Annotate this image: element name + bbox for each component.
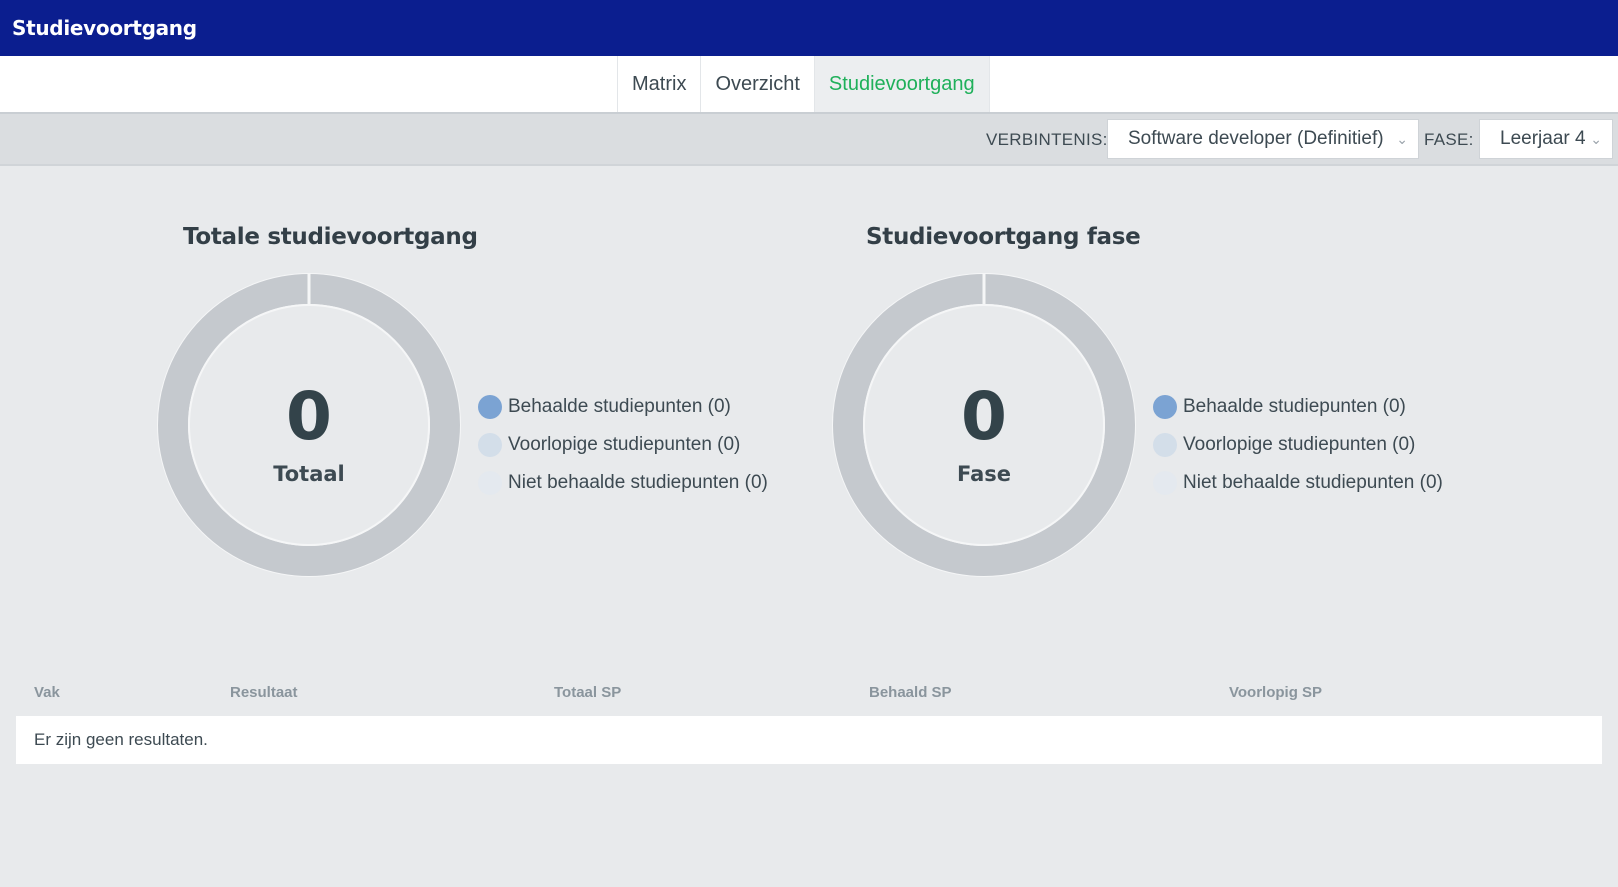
legend-dot xyxy=(478,395,502,419)
column-header-behaald-sp[interactable]: Behaald SP xyxy=(869,684,952,701)
legend-item-voorlopig: Voorlopige studiepunten (0) xyxy=(478,426,768,464)
tab-matrix[interactable]: Matrix xyxy=(617,56,700,112)
verbintenis-select[interactable]: Software developer (Definitief) ⌄ xyxy=(1107,119,1419,159)
legend-item-behaald: Behaalde studiepunten (0) xyxy=(478,388,768,426)
chart-title-fase: Studievoortgang fase xyxy=(866,224,1141,250)
column-header-voorlopig-sp[interactable]: Voorlopig SP xyxy=(1229,684,1322,701)
legend-item-voorlopig: Voorlopige studiepunten (0) xyxy=(1153,426,1443,464)
legend-item-niet-behaald: Niet behaalde studiepunten (0) xyxy=(478,464,768,502)
tab-bar: Matrix Overzicht Studievoortgang xyxy=(0,56,1618,114)
app-title: Studievoortgang xyxy=(12,16,197,40)
legend-dot xyxy=(1153,471,1177,495)
legend-label: Behaalde studiepunten (0) xyxy=(1183,396,1406,417)
legend-totaal: Behaalde studiepunten (0) Voorlopige stu… xyxy=(478,388,768,502)
donut-value: 0 xyxy=(961,378,1007,455)
verbintenis-label: VERBINTENIS: xyxy=(986,130,1108,149)
legend-dot xyxy=(1153,433,1177,457)
results-table-header: Vak Resultaat Totaal SP Behaald SP Voorl… xyxy=(16,684,1602,710)
legend-label: Voorlopige studiepunten (0) xyxy=(508,434,741,455)
fase-select-value: Leerjaar 4 xyxy=(1500,128,1586,149)
app-header: Studievoortgang xyxy=(0,0,1618,56)
column-header-resultaat[interactable]: Resultaat xyxy=(230,684,298,701)
legend-dot xyxy=(1153,395,1177,419)
chevron-down-icon: ⌄ xyxy=(1396,131,1408,147)
tab-overzicht[interactable]: Overzicht xyxy=(700,56,813,112)
legend-fase: Behaalde studiepunten (0) Voorlopige stu… xyxy=(1153,388,1443,502)
tabs: Matrix Overzicht Studievoortgang xyxy=(617,56,990,112)
legend-label: Behaalde studiepunten (0) xyxy=(508,396,731,417)
donut-chart-totaal: 0 Totaal xyxy=(154,270,464,580)
legend-label: Niet behaalde studiepunten (0) xyxy=(508,472,768,493)
legend-label: Voorlopige studiepunten (0) xyxy=(1183,434,1416,455)
donut-value: 0 xyxy=(286,378,332,455)
column-header-totaal-sp[interactable]: Totaal SP xyxy=(554,684,621,701)
legend-item-behaald: Behaalde studiepunten (0) xyxy=(1153,388,1443,426)
legend-dot xyxy=(478,433,502,457)
fase-select[interactable]: Leerjaar 4 ⌄ xyxy=(1479,119,1613,159)
legend-item-niet-behaald: Niet behaalde studiepunten (0) xyxy=(1153,464,1443,502)
tab-studievoortgang[interactable]: Studievoortgang xyxy=(813,56,990,112)
column-header-vak[interactable]: Vak xyxy=(34,684,60,701)
verbintenis-select-value: Software developer (Definitief) xyxy=(1128,128,1384,149)
results-empty-message: Er zijn geen resultaten. xyxy=(16,716,1602,764)
legend-dot xyxy=(478,471,502,495)
donut-center-label: Totaal xyxy=(273,462,345,486)
filter-bar: VERBINTENIS: Software developer (Definit… xyxy=(0,114,1618,166)
donut-center-label: Fase xyxy=(956,462,1012,486)
fase-label: FASE: xyxy=(1424,130,1474,149)
legend-label: Niet behaalde studiepunten (0) xyxy=(1183,472,1443,493)
chevron-down-icon: ⌄ xyxy=(1590,131,1602,147)
donut-chart-fase: 0 Fase xyxy=(829,270,1139,580)
chart-title-totaal: Totale studievoortgang xyxy=(183,224,478,250)
